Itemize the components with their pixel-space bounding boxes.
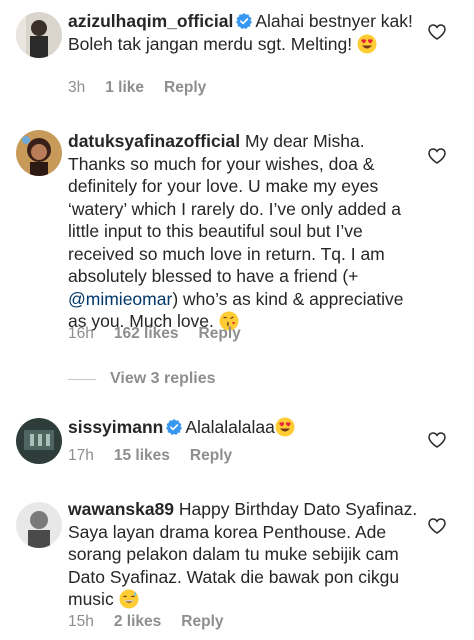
reply-button[interactable]: Reply [190, 447, 232, 465]
like-heart-icon[interactable] [428, 24, 446, 40]
comment-text: wawanska89 Happy Birthday Dato Syafinaz.… [68, 498, 420, 611]
heart-eyes-emoji-icon [357, 34, 377, 53]
comment-likes[interactable]: 1 like [105, 79, 144, 97]
like-heart-icon[interactable] [428, 432, 446, 448]
comment-meta: 16h 162 likes Reply [68, 325, 261, 343]
comment-text: sissyimann Alalalalalaa [68, 416, 420, 439]
comment-time: 17h [68, 447, 94, 464]
comment-text: azizulhaqim_official Alahai bestnyer kak!… [68, 10, 420, 55]
comment-likes[interactable]: 15 likes [114, 447, 170, 465]
comment-meta: 15h 2 likes Reply [68, 613, 244, 631]
view-replies-button[interactable]: View 3 replies [68, 370, 216, 388]
mention-link[interactable]: @mimieomar [68, 289, 172, 309]
comment-body: My dear Misha. Thanks so much for your w… [68, 131, 401, 286]
heart-eyes-emoji-icon [275, 417, 295, 437]
verified-badge-icon [166, 419, 183, 435]
comments-list: azizulhaqim_official Alahai bestnyer kak!… [0, 0, 474, 640]
comment-username[interactable]: datuksyafinazofficial [68, 131, 240, 151]
comment-item: sissyimann Alalalalalaa 17h 15 likes Repl… [0, 402, 474, 482]
reply-button[interactable]: Reply [164, 79, 206, 97]
reply-button[interactable]: Reply [199, 325, 241, 343]
comment-username[interactable]: sissyimann [68, 417, 163, 437]
comment-meta: 3h 1 like Reply [68, 79, 226, 97]
like-heart-icon[interactable] [428, 518, 446, 534]
comment-body: Alalalalalaa [185, 417, 275, 437]
comment-username[interactable]: wawanska89 [68, 499, 174, 519]
verified-badge-icon [236, 13, 253, 29]
comment-likes[interactable]: 162 likes [114, 325, 179, 343]
comment-meta: 17h 15 likes Reply [68, 447, 252, 465]
comment-text: datuksyafinazofficial My dear Misha. Tha… [68, 130, 420, 333]
comment-time: 3h [68, 79, 86, 96]
comment-time: 16h [68, 325, 94, 342]
avatar[interactable] [16, 12, 62, 58]
comment-item: wawanska89 Happy Birthday Dato Syafinaz.… [0, 488, 474, 640]
comment-username[interactable]: azizulhaqim_official [68, 11, 233, 31]
view-replies-label: View 3 replies [110, 370, 216, 387]
comment-item: azizulhaqim_official Alahai bestnyer kak!… [0, 0, 474, 110]
sweat-smile-emoji-icon [118, 589, 139, 609]
like-heart-icon[interactable] [428, 148, 446, 164]
comment-item: datuksyafinazofficial My dear Misha. Tha… [0, 118, 474, 398]
avatar[interactable] [16, 502, 62, 548]
avatar[interactable] [16, 418, 62, 464]
reply-button[interactable]: Reply [181, 613, 223, 631]
comment-time: 15h [68, 613, 94, 630]
avatar[interactable] [16, 130, 62, 176]
replies-divider [68, 378, 96, 380]
comment-likes[interactable]: 2 likes [114, 613, 161, 631]
